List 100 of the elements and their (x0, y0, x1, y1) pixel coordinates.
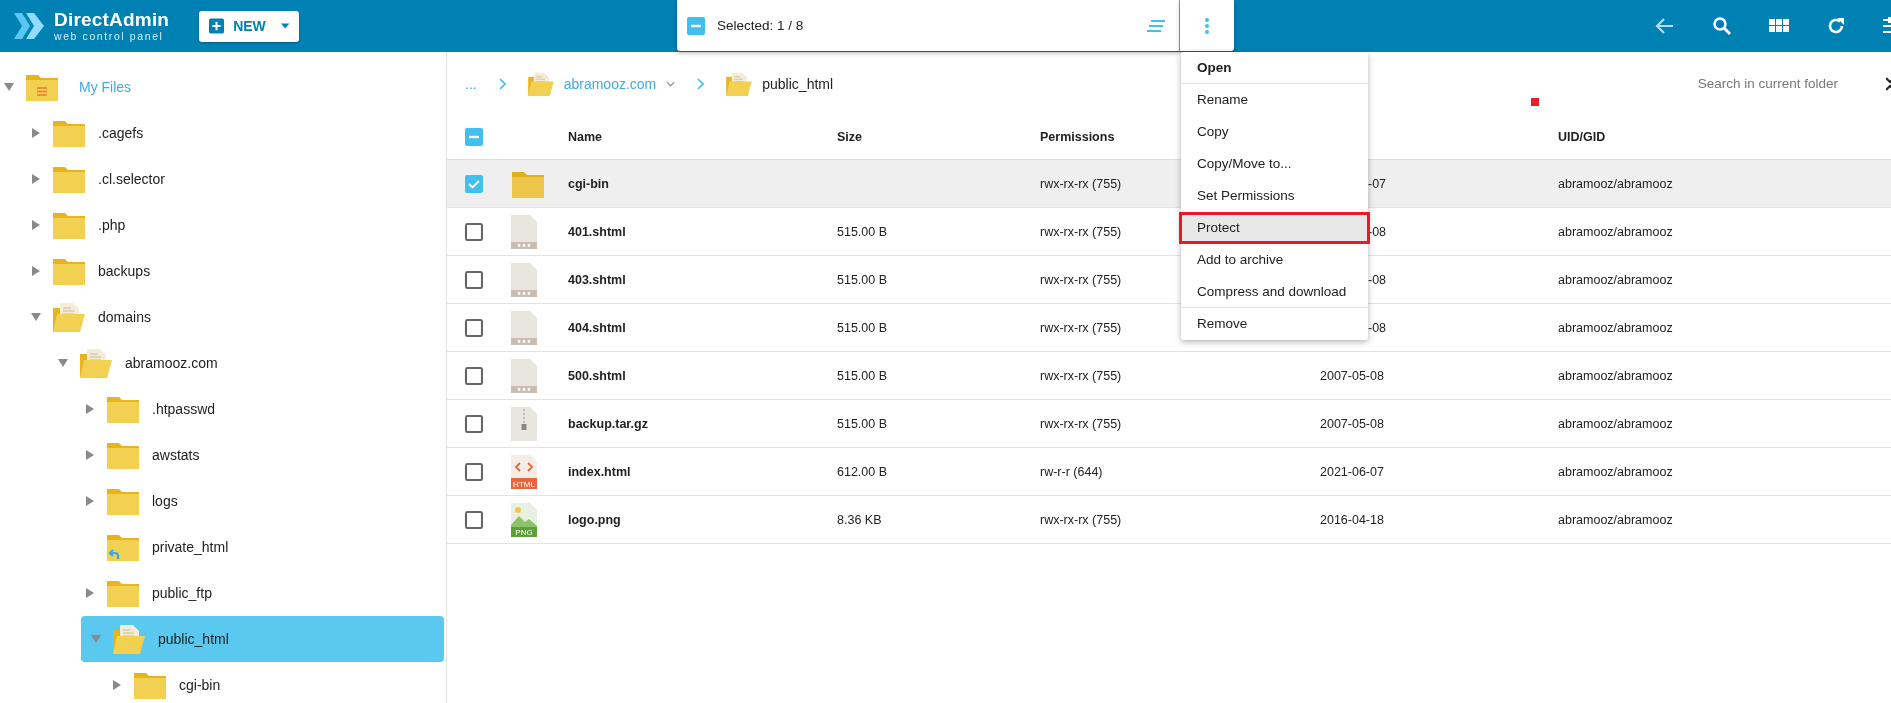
menu-item[interactable]: Compress and download (1181, 276, 1368, 308)
file-name[interactable]: cgi-bin (568, 176, 837, 191)
tree-item[interactable]: domains (98, 309, 151, 325)
folder-icon (107, 533, 139, 561)
table-cell: rwx-rx-rx (755) (1040, 272, 1122, 287)
tree-item[interactable]: .php (98, 217, 126, 233)
caret-icon[interactable] (666, 80, 676, 87)
menu-item[interactable]: Add to archive (1181, 244, 1368, 276)
folder-icon (53, 211, 85, 239)
checkbox[interactable] (465, 222, 483, 241)
tree-item[interactable]: awstats (152, 447, 200, 463)
table-cell: 2021-06-07 (1320, 464, 1384, 479)
file-name[interactable]: 401.shtml (568, 224, 837, 239)
checkbox[interactable] (465, 366, 483, 385)
filter-icon[interactable] (1883, 17, 1891, 35)
table-cell: rwx-rx-rx (755) (1040, 368, 1122, 383)
table-cell: abramooz/abramooz (1558, 512, 1673, 527)
table-cell: -08 (1368, 320, 1387, 335)
sort-icon[interactable] (1147, 19, 1165, 32)
menu-item[interactable]: Rename (1181, 84, 1368, 116)
tree-item[interactable]: cgi-bin (179, 677, 221, 693)
back-icon[interactable] (1655, 16, 1675, 36)
collapse-icon[interactable] (31, 312, 41, 322)
open-folder-icon (53, 302, 85, 332)
folder-icon (26, 73, 58, 101)
menu-item[interactable]: Set Permissions (1181, 180, 1368, 212)
grid-icon[interactable] (1769, 18, 1789, 34)
folder-icon (511, 169, 545, 198)
collapse-icon[interactable] (4, 82, 14, 92)
tree-item[interactable]: .cagefs (98, 125, 144, 141)
tree-item[interactable]: .htpasswd (152, 401, 216, 417)
tree-item[interactable]: private_html (152, 539, 229, 555)
menu-item[interactable]: Open (1181, 52, 1368, 84)
file-name[interactable]: 403.shtml (568, 272, 837, 287)
new-button[interactable]: NEW (199, 10, 300, 42)
collapse-icon[interactable] (91, 634, 101, 644)
table-cell: -08 (1368, 224, 1387, 239)
file-name[interactable]: index.html (568, 464, 837, 479)
menu-item[interactable]: Remove (1181, 308, 1368, 340)
table-cell: -07 (1368, 176, 1387, 191)
file-name[interactable]: 500.shtml (568, 368, 837, 383)
file-icon (511, 262, 537, 297)
table-cell: 515.00 B (837, 224, 888, 239)
folder-icon (53, 257, 85, 285)
column-header[interactable]: UID/GID (1558, 130, 1891, 144)
selection-count: Selected: 1 / 8 (717, 18, 804, 33)
checkbox[interactable] (465, 414, 483, 433)
chevron-icon (697, 77, 705, 90)
file-name[interactable]: logo.png (568, 512, 837, 527)
table-cell: rw-r-r (644) (1040, 464, 1103, 479)
folder-icon (107, 487, 139, 515)
chevron-icon (498, 77, 506, 90)
tree-item[interactable]: public_html (158, 631, 229, 647)
checkbox[interactable] (465, 174, 483, 193)
table-cell: abramooz/abramooz (1558, 176, 1673, 191)
table-cell: abramooz/abramooz (1558, 224, 1673, 239)
checkbox[interactable] (465, 270, 483, 289)
table-cell: rwx-rx-rx (755) (1040, 224, 1122, 239)
table-cell: 515.00 B (837, 272, 888, 287)
table-cell: 2007-05-08 (1320, 416, 1384, 431)
file-name[interactable]: backup.tar.gz (568, 416, 837, 431)
checkbox[interactable] (465, 510, 483, 529)
menu-item[interactable]: Copy/Move to... (1181, 148, 1368, 180)
brand-name: DirectAdmin (54, 10, 170, 30)
brand-tagline: web control panel (54, 31, 165, 42)
file-name[interactable]: 404.shtml (568, 320, 837, 335)
tree-item[interactable]: .cl.selector (98, 171, 165, 187)
tree-item[interactable]: backups (98, 263, 151, 279)
more-icon (1205, 17, 1209, 34)
table-cell: rwx-rx-rx (755) (1040, 176, 1122, 191)
tree-item[interactable]: logs (152, 493, 178, 509)
refresh-icon[interactable] (1826, 16, 1846, 36)
open-folder-icon (527, 71, 554, 96)
table-cell: 612.00 B (837, 464, 888, 479)
open-folder-icon (726, 71, 753, 96)
folder-icon (134, 671, 166, 699)
open-folder-icon (80, 348, 112, 378)
table-cell: rwx-rx-rx (755) (1040, 416, 1122, 431)
menu-item[interactable]: Protect (1179, 212, 1370, 244)
folder-icon (53, 165, 85, 193)
checkbox[interactable] (465, 128, 483, 146)
checkbox[interactable] (465, 462, 483, 481)
column-header[interactable]: Name (568, 130, 837, 144)
open-folder-icon (113, 624, 145, 654)
folder-icon (53, 119, 85, 147)
file-icon (511, 310, 537, 345)
search-icon[interactable] (1712, 16, 1732, 36)
menu-item[interactable]: Copy (1181, 116, 1368, 148)
html-file-icon: HTML (511, 454, 537, 489)
breadcrumb-link[interactable]: public_html (762, 75, 834, 92)
collapse-icon[interactable] (58, 358, 68, 368)
table-cell: abramooz/abramooz (1558, 272, 1673, 287)
table-cell: abramooz/abramooz (1558, 368, 1673, 383)
checkbox-icon[interactable] (687, 16, 705, 35)
column-header[interactable]: Size (837, 130, 1040, 144)
table-cell: 515.00 B (837, 320, 888, 335)
table-cell: 2016-04-18 (1320, 512, 1384, 527)
checkbox[interactable] (465, 318, 483, 337)
tree-item[interactable]: abramooz.com (125, 355, 218, 371)
tree-item[interactable]: public_ftp (152, 585, 212, 601)
